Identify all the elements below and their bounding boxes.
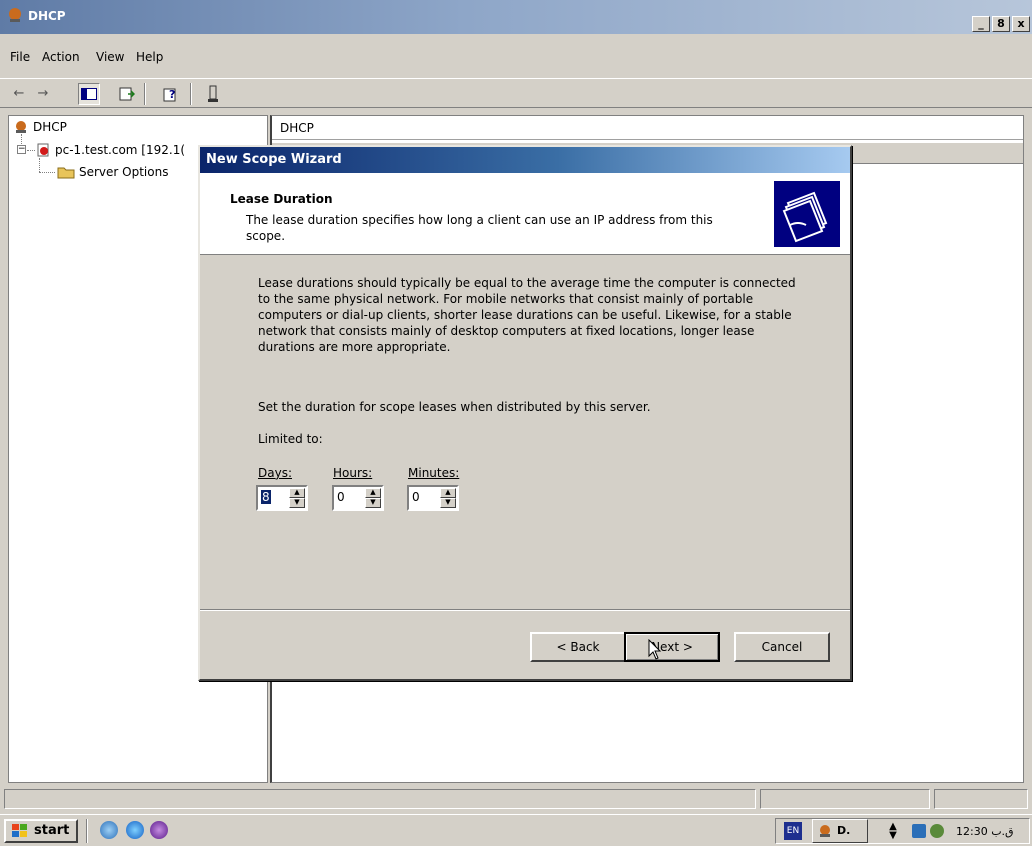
wizard-separator [200,609,850,611]
show-hide-tree-icon[interactable] [78,83,100,105]
toolbar: ← → ? [0,78,1032,108]
wizard-page-title: Lease Duration [230,192,333,206]
start-button[interactable]: start [4,819,78,843]
start-label: start [34,823,70,838]
wizard-page-description: The lease duration specifies how long a … [246,213,713,243]
menu-help[interactable]: Help [136,50,163,64]
tree-line [39,172,55,173]
tree-server-node[interactable]: pc-1.test.com [192.1( [55,143,185,157]
forward-arrow-icon[interactable]: → [32,83,54,105]
spin-up-icon[interactable]: ▲ [289,488,305,498]
menu-bar: File Action View Help [0,44,1032,70]
show-desktop-icon[interactable] [100,821,118,839]
tree-root-dhcp[interactable]: DHCP [33,120,67,134]
system-tray: EN D. ▲ ▼ 12:30 ق.ب [775,818,1030,844]
windows-flag-icon [12,824,27,837]
set-duration-text: Set the duration for scope leases when d… [258,400,651,414]
hours-spinner[interactable]: 0 ▲ ▼ [332,485,384,511]
days-spinner[interactable]: 8 ▲ ▼ [256,485,308,511]
server-error-icon [37,143,49,157]
taskbar-scroll-icon[interactable]: ▲ ▼ [886,822,900,841]
next-button[interactable]: Next > [624,632,720,662]
status-cell [934,789,1028,809]
volume-icon[interactable] [930,824,944,838]
back-button[interactable]: < Back [530,632,626,662]
days-label: Days: [258,466,292,480]
toolbar-separator [190,83,192,105]
export-list-icon[interactable] [116,83,138,105]
server-icon[interactable] [202,83,224,105]
spinner-buttons: ▲ ▼ [440,488,456,508]
hours-value[interactable]: 0 [337,490,345,504]
mouse-cursor-icon [648,639,662,660]
menu-action[interactable]: Action [42,50,80,64]
spinner-buttons: ▲ ▼ [289,488,305,508]
toolbar-separator [144,83,146,105]
wizard-header: Lease Duration The lease duration specif… [200,173,850,255]
task-label: D. [837,824,851,837]
minimize-button[interactable]: _ [972,16,990,32]
status-cell [760,789,930,809]
dhcp-icon [16,121,26,133]
taskbar: start EN D. ▲ ▼ 12:30 ق.ب [0,814,1032,846]
wizard-title: New Scope Wizard [200,147,850,173]
limited-to-label: Limited to: [258,432,323,446]
spin-down-icon[interactable]: ▼ [289,498,305,508]
window-title: DHCP [28,9,66,23]
status-cell [4,789,756,809]
tree-server-options[interactable]: Server Options [79,165,168,179]
spin-up-icon[interactable]: ▲ [440,488,456,498]
internet-explorer-icon[interactable] [126,821,144,839]
taskbar-dhcp-button[interactable]: D. [812,819,868,843]
tree-line [39,158,40,172]
cancel-button[interactable]: Cancel [734,632,830,662]
menu-view[interactable]: View [96,50,124,64]
wizard-folder-art-icon [774,181,840,247]
help-icon[interactable]: ? [160,83,182,105]
media-player-icon[interactable] [150,821,168,839]
maximize-button[interactable]: 8 [992,16,1010,32]
back-arrow-icon[interactable]: ← [8,83,30,105]
spin-down-icon[interactable]: ▼ [440,498,456,508]
lease-explanation-text: Lease durations should typically be equa… [258,276,796,354]
dhcp-app-icon [9,8,21,22]
spinner-buttons: ▲ ▼ [365,488,381,508]
tree-line [27,150,35,151]
minutes-value[interactable]: 0 [412,490,420,504]
folder-icon [57,167,75,179]
minutes-label: Minutes: [408,466,460,480]
menu-file[interactable]: File [10,50,30,64]
close-button[interactable]: x [1012,16,1030,32]
details-header: DHCP [272,116,1023,140]
language-indicator[interactable]: EN [784,822,802,840]
network-icon[interactable] [912,824,926,838]
hours-label: Hours: [333,466,373,480]
days-value[interactable]: 8 [261,490,271,504]
minutes-spinner[interactable]: 0 ▲ ▼ [407,485,459,511]
collapse-icon[interactable]: − [17,145,26,154]
svg-text:?: ? [169,88,175,101]
window-titlebar: DHCP _ 8 x [0,0,1032,34]
clock: 12:30 ق.ب [956,825,1014,838]
new-scope-wizard-dialog: New Scope Wizard Lease Duration The leas… [198,145,852,681]
status-bar [0,787,1032,811]
dhcp-task-icon [820,825,830,837]
window-controls: _ 8 x [970,16,1030,32]
taskbar-separator [86,819,88,843]
spin-down-icon[interactable]: ▼ [365,498,381,508]
spin-up-icon[interactable]: ▲ [365,488,381,498]
